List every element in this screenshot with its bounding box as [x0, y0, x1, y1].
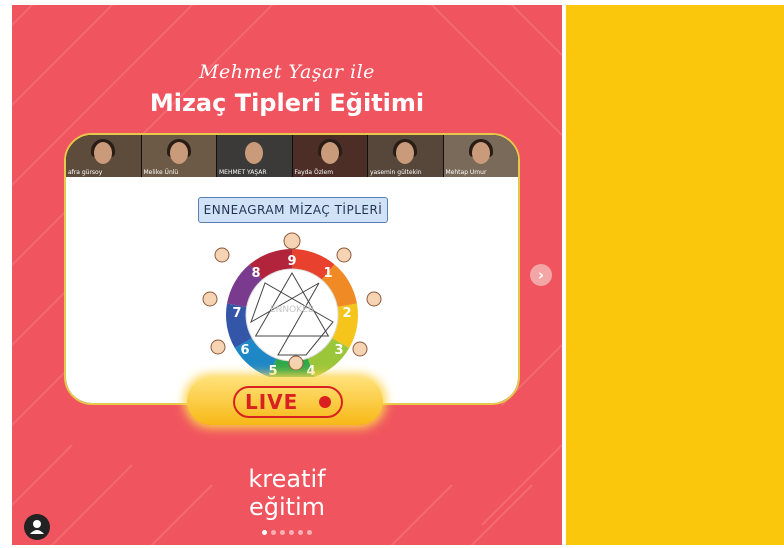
live-pill: LIVE [233, 386, 343, 418]
user-icon[interactable] [24, 514, 50, 540]
carousel-dot[interactable] [271, 530, 276, 535]
carousel-dot[interactable] [262, 530, 267, 535]
wheel-number: 8 [251, 266, 260, 281]
wheel-number: 2 [342, 306, 351, 321]
carousel-dot[interactable] [307, 530, 312, 535]
participant-tile: Fayda Özlem [292, 135, 368, 177]
participant-name: yasemin gültekin [370, 169, 422, 176]
carousel-indicator [262, 530, 312, 535]
slide-title: ENNEAGRAM MİZAÇ TİPLERİ [198, 197, 388, 223]
carousel-dot[interactable] [289, 530, 294, 535]
participant-name: Mehtap Umur [445, 169, 487, 176]
zoom-screenshot: afra gürsoy Melike Ünlü MEHMET YAŞAR Fay… [64, 133, 520, 405]
instagram-post[interactable]: Mehmet Yaşar ile Mizaç Tipleri Eğitimi a… [12, 5, 562, 545]
wheel-number: 6 [240, 343, 249, 358]
participant-tile: MEHMET YAŞAR [217, 135, 293, 177]
carousel-dot[interactable] [298, 530, 303, 535]
record-dot-icon [319, 396, 331, 408]
wheel-number: 7 [232, 306, 241, 321]
presentation-slide: ENNEAGRAM MİZAÇ TİPLERİ ENNOKEB 9 1 2 3 … [66, 177, 518, 403]
participant-name: Melike Ünlü [143, 169, 179, 176]
wheel-number: 3 [334, 343, 343, 358]
live-badge: LIVE [187, 377, 383, 425]
participant-face [94, 142, 113, 164]
participant-tile: Mehtap Umur [443, 135, 518, 177]
participant-tile: afra gürsoy [66, 135, 142, 177]
script-title: Mehmet Yaşar ile [199, 61, 375, 83]
participant-tile: Melike Ünlü [141, 135, 217, 177]
main-title: Mizaç Tipleri Eğitimi [149, 89, 425, 117]
wheel-number: 1 [323, 266, 332, 281]
wheel-number: 9 [287, 254, 296, 269]
next-post-preview[interactable] [566, 5, 784, 545]
participant-strip: afra gürsoy Melike Ünlü MEHMET YAŞAR Fay… [66, 135, 518, 177]
participant-tile: yasemin gültekin [368, 135, 444, 177]
carousel-dot[interactable] [280, 530, 285, 535]
participant-name: afra gürsoy [68, 169, 103, 176]
chevron-right-icon[interactable]: › [530, 264, 552, 286]
enneagram-wheel: ENNOKEB 9 1 2 3 4 5 6 7 8 [202, 232, 382, 381]
live-label: LIVE [245, 390, 299, 414]
participant-face [169, 142, 188, 164]
brand-line-1: kreatif [248, 465, 326, 493]
participant-name: Fayda Özlem [294, 169, 334, 176]
wheel-watermark: ENNOKEB [270, 305, 314, 315]
participant-face [396, 142, 415, 164]
participant-name: MEHMET YAŞAR [219, 169, 267, 176]
brand-line-2: eğitim [248, 493, 326, 521]
participant-face [320, 142, 339, 164]
participant-face [245, 142, 264, 164]
participant-face [471, 142, 490, 164]
